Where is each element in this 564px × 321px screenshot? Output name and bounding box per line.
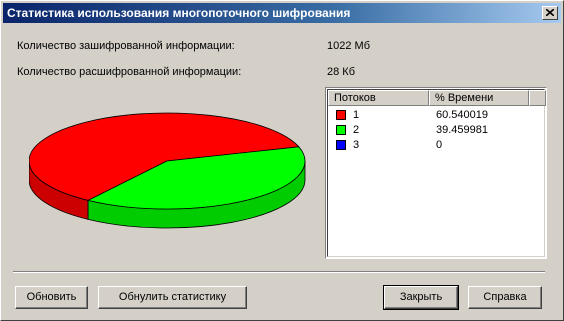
percent-cell: 0 bbox=[436, 139, 443, 151]
reset-statistics-button[interactable]: Обнулить статистику bbox=[98, 286, 247, 309]
title-bar: Статистика использования многопоточного … bbox=[3, 3, 561, 23]
pie-chart bbox=[29, 112, 306, 229]
decrypted-value: 28 Кб bbox=[327, 66, 355, 78]
table-row[interactable]: 2 39.459981 bbox=[332, 123, 542, 138]
statistics-dialog: Статистика использования многопоточного … bbox=[0, 0, 564, 321]
help-button[interactable]: Справка bbox=[468, 286, 542, 309]
color-swatch bbox=[336, 140, 346, 150]
percent-cell: 39.459981 bbox=[436, 124, 488, 136]
threads-cell: 3 bbox=[353, 139, 360, 151]
decrypted-label: Количество расшифрованной информации: bbox=[17, 66, 242, 78]
column-header-percent[interactable]: % Времени bbox=[429, 90, 529, 106]
encrypted-value: 1022 Мб bbox=[327, 40, 370, 52]
encrypted-label: Количество зашифрованной информации: bbox=[17, 40, 235, 52]
close-window-button[interactable] bbox=[542, 6, 558, 20]
separator bbox=[13, 271, 545, 273]
close-button[interactable]: Закрыть bbox=[383, 285, 459, 310]
percent-cell: 60.540019 bbox=[436, 109, 488, 121]
threads-cell: 2 bbox=[353, 124, 360, 136]
close-icon bbox=[546, 9, 554, 16]
refresh-button[interactable]: Обновить bbox=[15, 286, 88, 309]
table-row[interactable]: 3 0 bbox=[332, 138, 542, 153]
column-header-threads[interactable]: Потоков bbox=[328, 90, 429, 106]
window-title: Статистика использования многопоточного … bbox=[7, 6, 351, 20]
column-header-filler bbox=[529, 90, 546, 106]
color-swatch bbox=[336, 110, 346, 120]
threads-table[interactable]: Потоков % Времени 1 60.540019 2 39.45998… bbox=[325, 87, 547, 259]
table-row[interactable]: 1 60.540019 bbox=[332, 108, 542, 123]
color-swatch bbox=[336, 125, 346, 135]
threads-cell: 1 bbox=[353, 109, 360, 121]
